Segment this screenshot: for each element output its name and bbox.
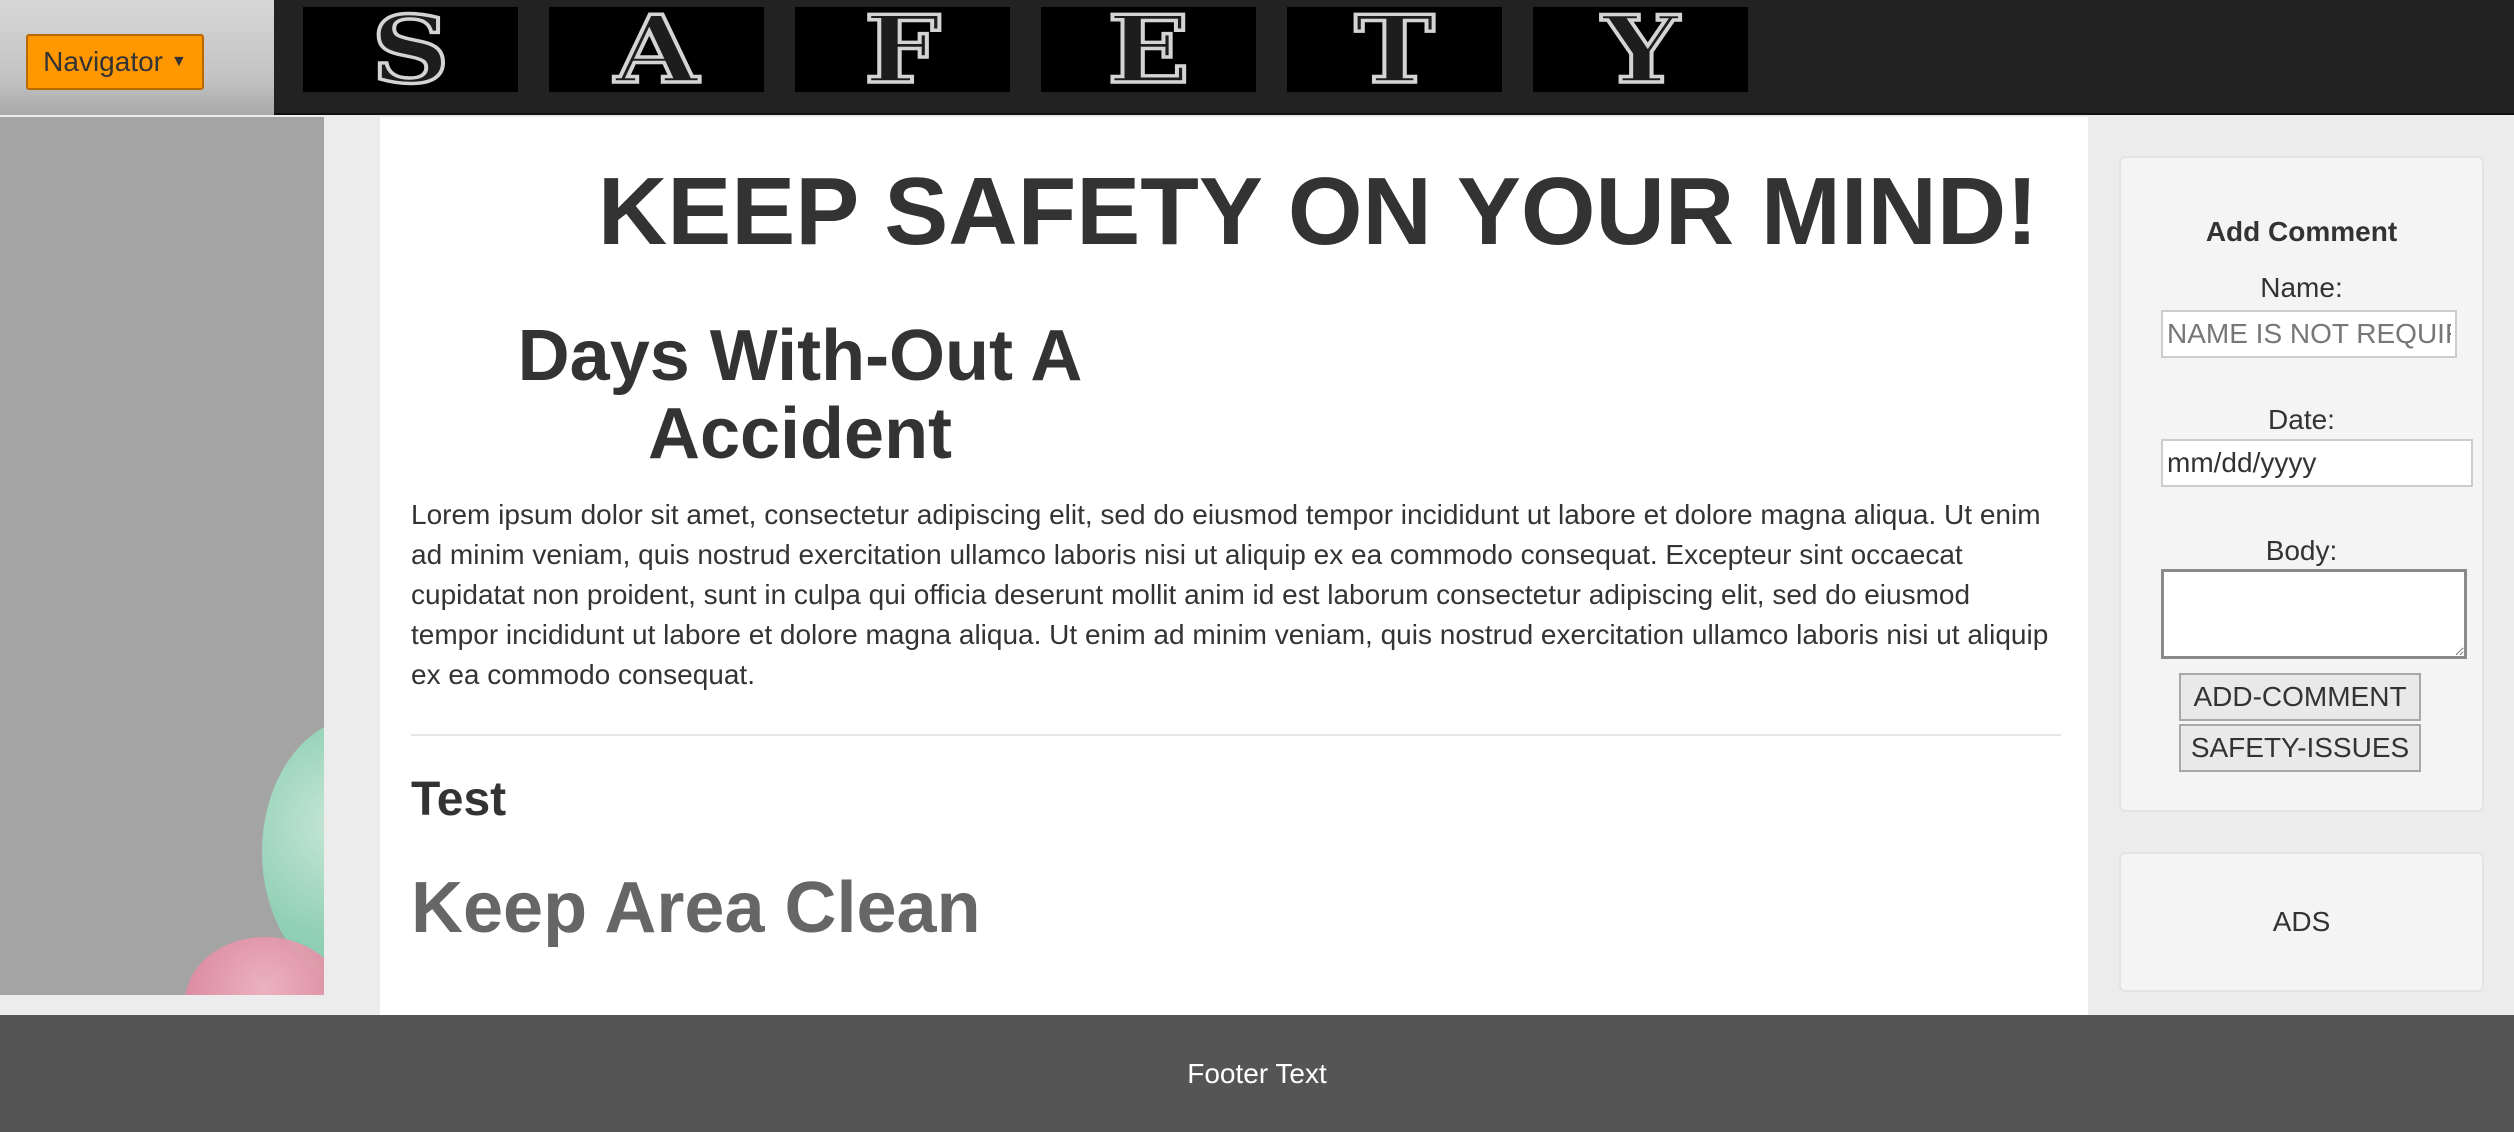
section-divider bbox=[411, 734, 2061, 736]
add-comment-panel: Add Comment Name: Date: mm/dd/yyyy Body:… bbox=[2119, 156, 2484, 812]
decorative-bubble-pink bbox=[185, 937, 324, 995]
ads-label: ADS bbox=[2272, 906, 2331, 937]
logo-letter-y: Y bbox=[1533, 6, 1748, 93]
logo-letter-e: E bbox=[1041, 6, 1256, 93]
caret-down-icon: ▼ bbox=[171, 53, 187, 70]
site-footer: Footer Text bbox=[0, 1015, 2514, 1132]
intro-paragraph: Lorem ipsum dolor sit amet, consectetur … bbox=[411, 499, 2049, 690]
left-background-panel bbox=[0, 117, 324, 995]
add-comment-button[interactable]: ADD-COMMENT bbox=[2179, 673, 2421, 721]
navigator-dropdown-button[interactable]: Navigator ▼ bbox=[26, 34, 204, 90]
add-comment-heading: Add Comment bbox=[2205, 216, 2398, 247]
body-label: Body: bbox=[2265, 535, 2338, 566]
section-title: Test bbox=[411, 773, 507, 826]
date-label: Date: bbox=[2268, 404, 2335, 435]
main-content: KEEP SAFETY ON YOUR MIND! Days With-Out … bbox=[380, 117, 2088, 1015]
navigator-area: Navigator ▼ bbox=[0, 0, 274, 115]
logo-letter-a: A bbox=[549, 6, 764, 93]
days-without-accident-heading: Days With-Out A Accident bbox=[517, 316, 1083, 474]
hero-title: KEEP SAFETY ON YOUR MIND! bbox=[597, 158, 2039, 265]
body-textarea[interactable] bbox=[2161, 569, 2467, 659]
safety-logo: S A F E T Y bbox=[303, 0, 1748, 99]
date-input[interactable]: mm/dd/yyyy bbox=[2161, 439, 2473, 487]
safety-issues-button[interactable]: SAFETY-ISSUES bbox=[2179, 724, 2421, 772]
name-input[interactable] bbox=[2161, 310, 2457, 358]
name-label: Name: bbox=[2260, 272, 2343, 303]
ads-panel: ADS bbox=[2119, 852, 2484, 992]
section-subtitle: Keep Area Clean bbox=[411, 868, 981, 948]
footer-text: Footer Text bbox=[1187, 1057, 1327, 1089]
navigator-label: Navigator bbox=[43, 46, 163, 77]
logo-letter-f: F bbox=[795, 6, 1010, 93]
logo-letter-t: T bbox=[1287, 6, 1502, 93]
site-header: Navigator ▼ S A F E T Y bbox=[0, 0, 2514, 115]
logo-letter-s: S bbox=[303, 6, 518, 93]
